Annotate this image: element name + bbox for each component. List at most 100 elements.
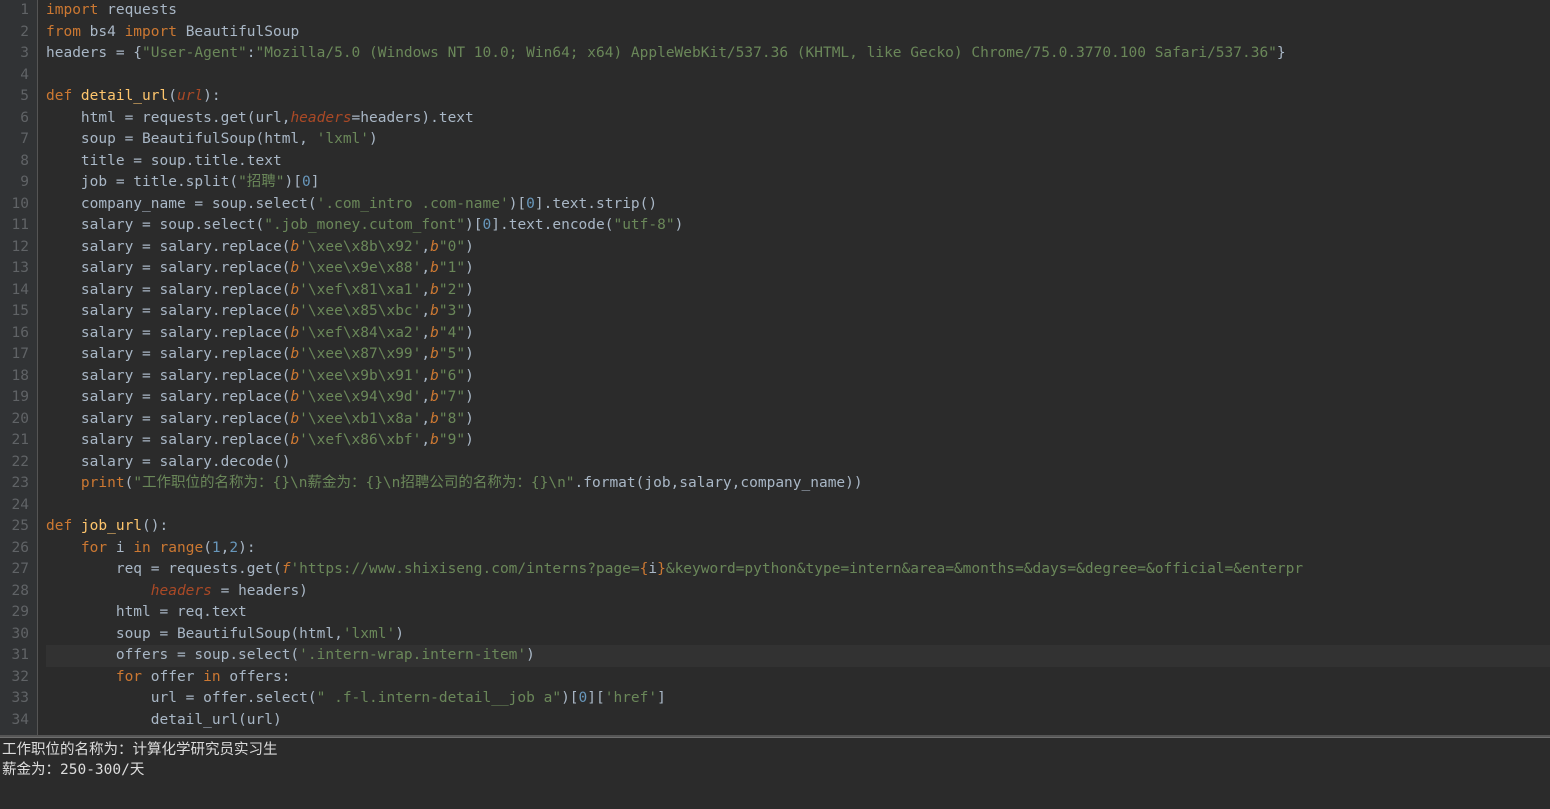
- code-line[interactable]: headers = {"User-Agent":"Mozilla/5.0 (Wi…: [46, 43, 1550, 65]
- token: ):: [203, 88, 220, 104]
- line-number: 8: [4, 151, 29, 173]
- code-line[interactable]: detail_url(url): [46, 710, 1550, 732]
- token: b: [430, 389, 439, 405]
- token: html = requests.get(url,: [46, 110, 290, 126]
- code-line[interactable]: def detail_url(url):: [46, 86, 1550, 108]
- token: b: [430, 368, 439, 384]
- code-line[interactable]: salary = salary.replace(b'\xef\x86\xbf',…: [46, 430, 1550, 452]
- code-line[interactable]: soup = BeautifulSoup(html, 'lxml'): [46, 129, 1550, 151]
- token: [46, 540, 81, 556]
- token: ):: [238, 540, 255, 556]
- token: headers: [290, 110, 351, 126]
- token: 0: [302, 174, 311, 190]
- code-line[interactable]: title = soup.title.text: [46, 151, 1550, 173]
- line-number: 34: [4, 710, 29, 732]
- code-line[interactable]: [46, 495, 1550, 517]
- line-number: 23: [4, 473, 29, 495]
- line-number: 13: [4, 258, 29, 280]
- line-number: 6: [4, 108, 29, 130]
- token: [151, 540, 160, 556]
- code-area[interactable]: import requestsfrom bs4 import Beautiful…: [38, 0, 1550, 735]
- code-line[interactable]: html = requests.get(url,headers=headers)…: [46, 108, 1550, 130]
- token: ): [465, 368, 474, 384]
- line-number: 4: [4, 65, 29, 87]
- code-line[interactable]: salary = salary.replace(b'\xee\x87\x99',…: [46, 344, 1550, 366]
- token: salary = salary.replace(: [46, 282, 290, 298]
- line-number: 26: [4, 538, 29, 560]
- token: headers = {: [46, 45, 142, 61]
- line-number: 29: [4, 602, 29, 624]
- code-line[interactable]: headers = headers): [46, 581, 1550, 603]
- code-line[interactable]: salary = salary.replace(b'\xef\x84\xa2',…: [46, 323, 1550, 345]
- token: :: [247, 45, 256, 61]
- token: title = soup.title.text: [46, 153, 282, 169]
- token: ): [465, 389, 474, 405]
- token: [46, 583, 151, 599]
- token: ): [465, 411, 474, 427]
- token: b: [430, 260, 439, 276]
- token: salary = salary.replace(: [46, 303, 290, 319]
- code-line[interactable]: company_name = soup.select('.com_intro .…: [46, 194, 1550, 216]
- token: "5": [439, 346, 465, 362]
- token: ): [675, 217, 684, 233]
- code-line[interactable]: salary = salary.replace(b'\xee\xb1\x8a',…: [46, 409, 1550, 431]
- code-line[interactable]: salary = salary.replace(b'\xee\x94\x9d',…: [46, 387, 1550, 409]
- code-line[interactable]: offers = soup.select('.intern-wrap.inter…: [46, 645, 1550, 667]
- line-number-gutter: 1234567891011121314151617181920212223242…: [0, 0, 38, 735]
- line-number: 20: [4, 409, 29, 431]
- token: soup = BeautifulSoup(html,: [46, 626, 343, 642]
- code-line[interactable]: for i in range(1,2):: [46, 538, 1550, 560]
- code-line[interactable]: url = offer.select(" .f-l.intern-detail_…: [46, 688, 1550, 710]
- code-line[interactable]: soup = BeautifulSoup(html,'lxml'): [46, 624, 1550, 646]
- terminal-output[interactable]: 工作职位的名称为：计算化学研究员实习生薪金为：250-300/天: [0, 738, 1550, 808]
- token: "招聘": [238, 174, 284, 190]
- token: [46, 475, 81, 491]
- token: (: [125, 475, 134, 491]
- token: ].text.strip(): [535, 196, 657, 212]
- code-line[interactable]: import requests: [46, 0, 1550, 22]
- token: b: [290, 303, 299, 319]
- code-line[interactable]: html = req.text: [46, 602, 1550, 624]
- code-line[interactable]: salary = salary.replace(b'\xef\x81\xa1',…: [46, 280, 1550, 302]
- code-line[interactable]: salary = salary.replace(b'\xee\x85\xbc',…: [46, 301, 1550, 323]
- token: from: [46, 24, 81, 40]
- code-line[interactable]: req = requests.get(f'https://www.shixise…: [46, 559, 1550, 581]
- line-number: 1: [4, 0, 29, 22]
- token: salary = salary.replace(: [46, 411, 290, 427]
- code-line[interactable]: job = title.split("招聘")[0]: [46, 172, 1550, 194]
- code-line[interactable]: [46, 65, 1550, 87]
- token: range: [160, 540, 204, 556]
- token: detail_url: [81, 88, 168, 104]
- code-line[interactable]: salary = salary.replace(b'\xee\x9e\x88',…: [46, 258, 1550, 280]
- line-number: 30: [4, 624, 29, 646]
- token: "2": [439, 282, 465, 298]
- code-line[interactable]: from bs4 import BeautifulSoup: [46, 22, 1550, 44]
- code-line[interactable]: salary = salary.replace(b'\xee\x8b\x92',…: [46, 237, 1550, 259]
- token: "1": [439, 260, 465, 276]
- token: = headers): [212, 583, 308, 599]
- token: salary = soup.select(: [46, 217, 264, 233]
- code-line[interactable]: salary = salary.decode(): [46, 452, 1550, 474]
- token: [46, 669, 116, 685]
- code-line[interactable]: salary = soup.select(".job_money.cutom_f…: [46, 215, 1550, 237]
- line-number: 14: [4, 280, 29, 302]
- token: salary = salary.replace(: [46, 389, 290, 405]
- token: '\xee\x87\x99': [299, 346, 421, 362]
- line-number: 22: [4, 452, 29, 474]
- code-line[interactable]: salary = salary.replace(b'\xee\x9b\x91',…: [46, 366, 1550, 388]
- token: 'lxml': [343, 626, 395, 642]
- token: "工作职位的名称为：{}\n薪金为：{}\n招聘公司的名称为：{}\n": [133, 475, 574, 491]
- line-number: 19: [4, 387, 29, 409]
- line-number: 12: [4, 237, 29, 259]
- token: ): [465, 282, 474, 298]
- token: 0: [483, 217, 492, 233]
- token: ,: [421, 303, 430, 319]
- token: "8": [439, 411, 465, 427]
- code-line[interactable]: for offer in offers:: [46, 667, 1550, 689]
- token: ): [465, 346, 474, 362]
- token: req = requests.get(: [46, 561, 282, 577]
- code-line[interactable]: print("工作职位的名称为：{}\n薪金为：{}\n招聘公司的名称为：{}\…: [46, 473, 1550, 495]
- code-editor[interactable]: 1234567891011121314151617181920212223242…: [0, 0, 1550, 735]
- token: 1: [212, 540, 221, 556]
- code-line[interactable]: def job_url():: [46, 516, 1550, 538]
